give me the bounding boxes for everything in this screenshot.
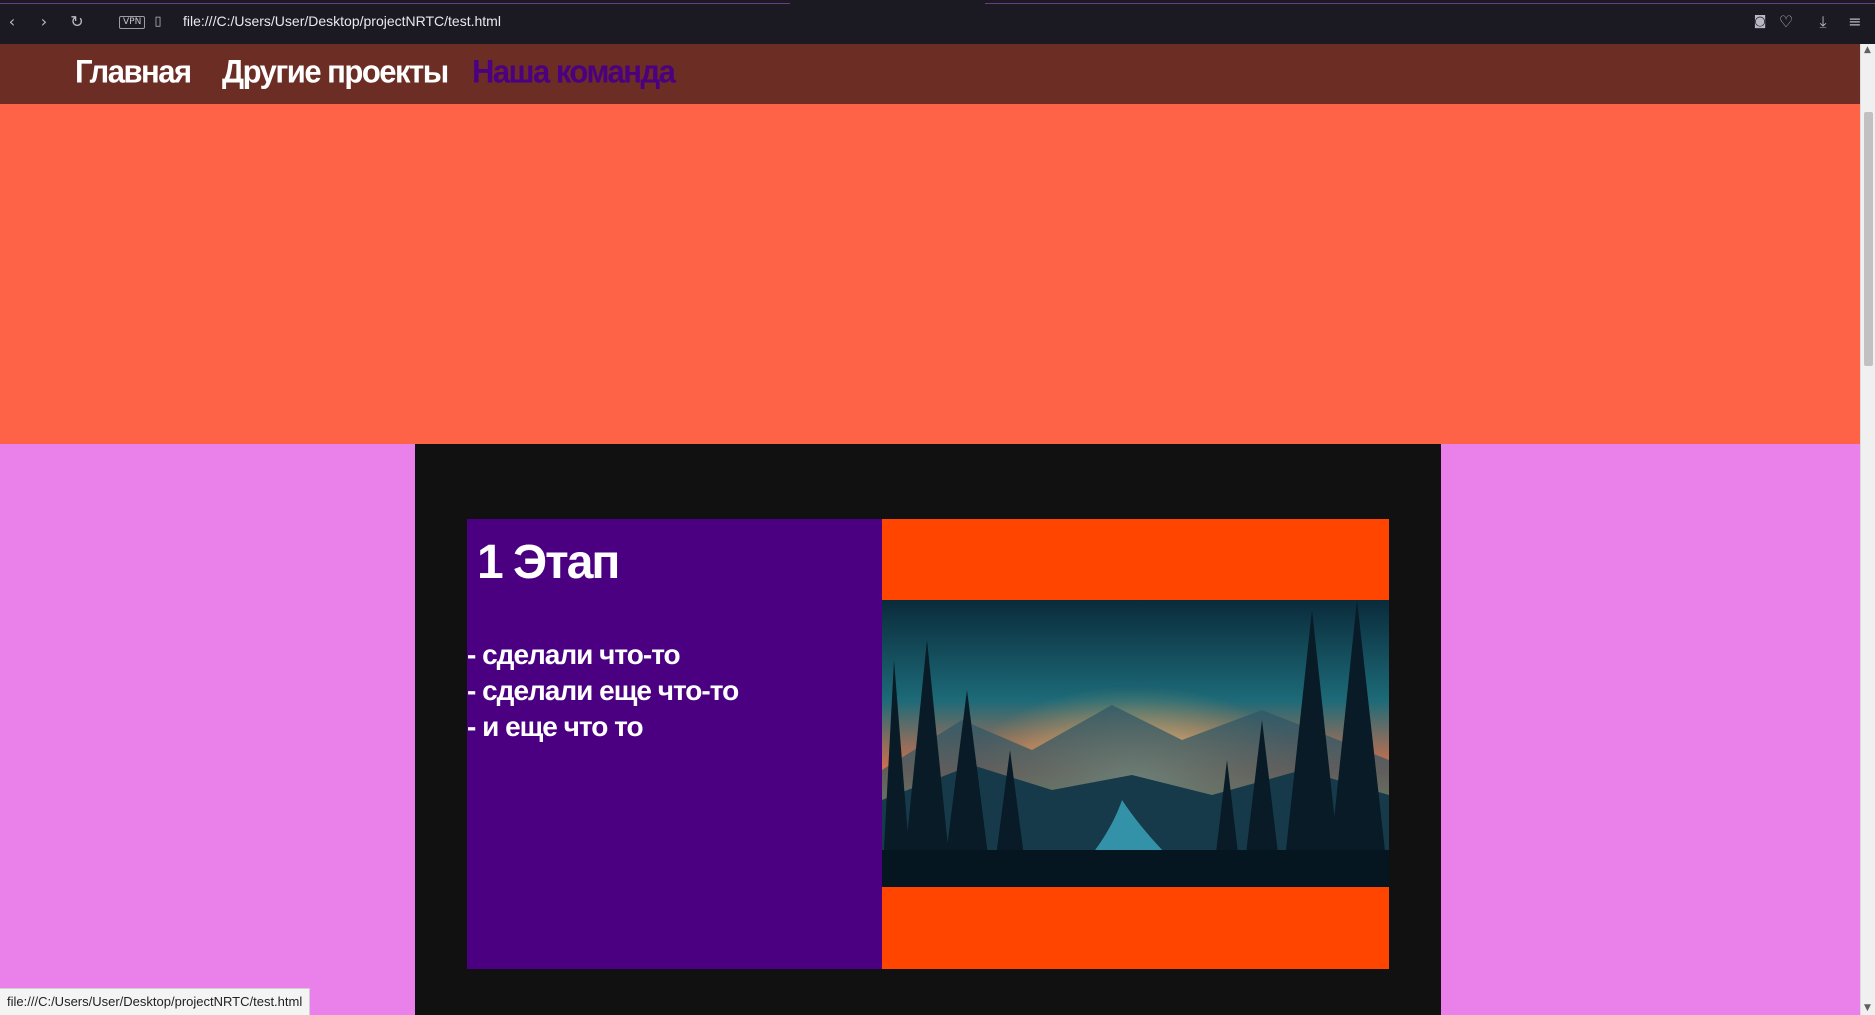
tab-strip-left <box>0 0 790 4</box>
forward-icon[interactable]: › <box>34 12 54 32</box>
download-icon[interactable]: ⤓ <box>1813 12 1833 32</box>
menu-icon[interactable]: ≡ <box>1845 12 1865 32</box>
page-icon: ▯ <box>154 14 162 29</box>
browser-toolbar: ‹ › ↻ VPN ▯ file:///C:/Users/User/Deskto… <box>0 0 1875 44</box>
stages-section: 1 Этап - сделали что-то - сделали еще чт… <box>0 444 1860 1015</box>
stage-title: 1 Этап <box>477 536 620 589</box>
scroll-up-icon[interactable]: ▲ <box>1864 46 1873 55</box>
stage-panel: 1 Этап - сделали что-то - сделали еще чт… <box>415 444 1441 1015</box>
status-bar-url: file:///C:/Users/User/Desktop/projectNRT… <box>0 988 311 1015</box>
address-bar[interactable]: file:///C:/Users/User/Desktop/projectNRT… <box>183 13 501 29</box>
stage-image-card <box>882 519 1389 969</box>
site-nav: Главная Другие проекты Наша команда <box>0 44 1860 104</box>
stage-list-item: - сделали что-то <box>467 639 681 670</box>
camera-icon[interactable]: ◙ <box>1750 12 1770 32</box>
scrollbar-thumb[interactable] <box>1864 112 1873 366</box>
stage-list: - сделали что-то - сделали еще что-то - … <box>467 637 739 745</box>
hero-banner <box>0 104 1860 444</box>
reload-icon[interactable]: ↻ <box>67 12 87 32</box>
forest-landscape-image <box>882 600 1389 887</box>
page-scrollbar[interactable]: ▲ ▼ <box>1860 44 1875 1015</box>
stage-text-card: 1 Этап - сделали что-то - сделали еще чт… <box>467 519 882 969</box>
stage-list-item: - и еще что то <box>467 711 644 742</box>
vpn-badge[interactable]: VPN <box>119 16 146 29</box>
page-viewport: Главная Другие проекты Наша команда 1 Эт… <box>0 44 1860 1015</box>
nav-link-home[interactable]: Главная <box>75 53 192 91</box>
back-icon[interactable]: ‹ <box>2 12 22 32</box>
nav-link-other-projects[interactable]: Другие проекты <box>222 53 449 91</box>
stage-list-item: - сделали еще что-то <box>467 675 739 706</box>
heart-icon[interactable]: ♡ <box>1776 12 1796 32</box>
nav-link-our-team[interactable]: Наша команда <box>472 53 676 91</box>
tab-strip-right <box>985 0 1875 4</box>
scroll-down-icon[interactable]: ▼ <box>1864 1004 1873 1013</box>
